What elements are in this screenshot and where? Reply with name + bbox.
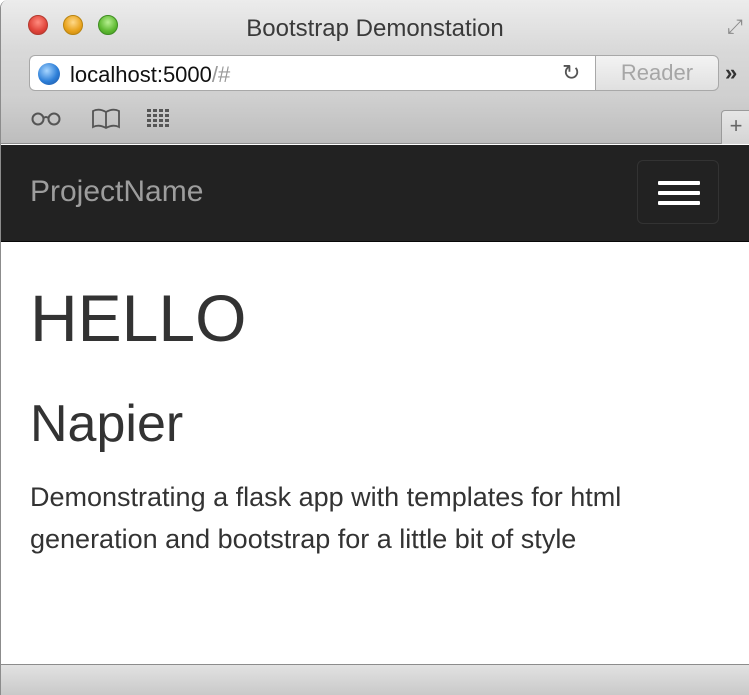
url-text[interactable]: localhost:5000/#: [70, 62, 230, 88]
new-tab-icon[interactable]: +: [721, 110, 749, 144]
hamburger-icon: [658, 191, 700, 195]
navbar-brand[interactable]: ProjectName: [30, 175, 203, 209]
lead-text: Demonstrating a flask app with templates…: [30, 482, 622, 554]
navbar: ProjectName: [1, 145, 749, 242]
hamburger-icon: [658, 181, 700, 185]
status-bar: [1, 664, 749, 695]
bookmarks-icon[interactable]: [91, 108, 121, 136]
title-bar: Bootstrap Demonstation ⤢: [1, 0, 749, 50]
browser-window: Bootstrap Demonstation ⤢ localhost:5000/…: [0, 0, 749, 695]
url-host: localhost:5000: [70, 62, 212, 87]
reload-icon[interactable]: ↻: [562, 60, 580, 86]
navbar-toggle-button[interactable]: [637, 160, 719, 224]
hamburger-icon: [658, 201, 700, 205]
address-bar[interactable]: localhost:5000/# ↻: [29, 55, 595, 91]
globe-icon: [38, 63, 60, 85]
page-heading: HELLO: [30, 281, 247, 355]
reading-list-icon[interactable]: [31, 108, 61, 134]
overflow-icon[interactable]: »: [725, 60, 737, 86]
page-subheading: Napier: [30, 395, 184, 453]
fullscreen-icon[interactable]: ⤢: [727, 16, 743, 39]
top-sites-icon[interactable]: [147, 108, 169, 134]
window-title: Bootstrap Demonstation: [246, 15, 504, 42]
toolbar: localhost:5000/# ↻ Reader »: [1, 50, 749, 98]
bookmarks-bar: +: [1, 98, 749, 144]
reader-button[interactable]: Reader: [595, 55, 719, 91]
url-hash: /#: [211, 62, 231, 87]
